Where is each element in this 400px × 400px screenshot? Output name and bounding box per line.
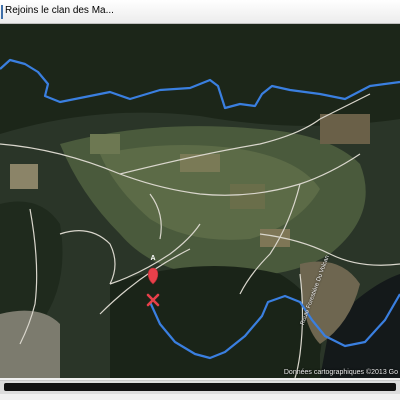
scrollbar-thumb[interactable] <box>4 383 396 391</box>
map-attribution: Données cartographiques ©2013 Go <box>283 369 398 376</box>
field-patch <box>230 184 265 209</box>
satellite-imagery <box>0 24 400 378</box>
field-patch <box>180 154 220 172</box>
field-patch <box>10 164 38 189</box>
field-patch <box>90 134 120 154</box>
horizontal-scrollbar[interactable] <box>0 380 400 394</box>
window-titlebar[interactable]: Rejoins le clan des Ma... <box>0 0 400 24</box>
window-title: Rejoins le clan des Ma... <box>5 5 114 16</box>
field-patch <box>320 114 370 144</box>
marker-label: A <box>150 255 156 262</box>
map-viewport[interactable]: A Route Forestière Du Volcan Données car… <box>0 24 400 378</box>
app-icon <box>1 5 3 19</box>
